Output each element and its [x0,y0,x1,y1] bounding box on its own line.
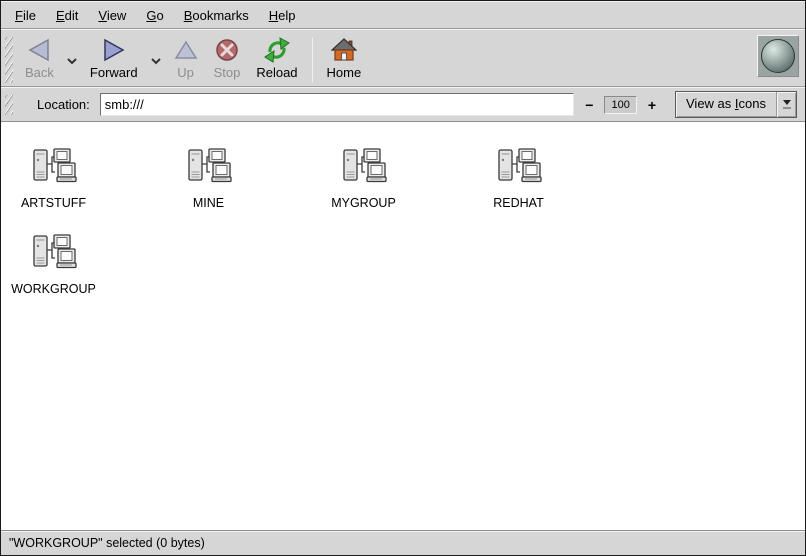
home-label: Home [327,65,362,80]
share-label: MYGROUP [331,196,396,210]
home-button[interactable]: Home [319,34,370,81]
stop-icon [215,36,239,64]
location-input[interactable] [100,93,575,116]
workgroup-icon [341,146,387,193]
workgroup-icon [186,146,232,193]
back-icon [26,36,52,64]
status-bar: "WORKGROUP" selected (0 bytes) [1,530,805,555]
view-as-dropdown[interactable]: View as Icons [675,91,797,118]
forward-button[interactable]: Forward [82,34,146,81]
back-label: Back [25,65,54,80]
network-share-item[interactable]: MINE [166,146,251,210]
menu-item[interactable]: Edit [46,4,88,27]
stop-label: Stop [214,65,241,80]
home-icon [331,36,357,64]
forward-dropdown-chevron-icon[interactable] [146,52,166,70]
share-label: ARTSTUFF [21,196,86,210]
network-share-item[interactable]: REDHAT [476,146,561,210]
menu-item[interactable]: Help [259,4,306,27]
network-share-item[interactable]: ARTSTUFF [11,146,96,210]
network-share-item[interactable]: MYGROUP [321,146,406,210]
forward-icon [101,36,127,64]
menu-item[interactable]: Bookmarks [174,4,259,27]
back-dropdown-chevron-icon[interactable] [62,52,82,70]
workgroup-icon [496,146,542,193]
dropdown-arrow-icon [776,92,796,117]
menu-item[interactable]: Go [136,4,173,27]
back-button[interactable]: Back [17,34,62,81]
toolbar: Back Forward Up [1,30,805,86]
location-bar: Location: − 100 + View as Icons [1,88,805,121]
view-as-label: View as Icons [676,92,776,117]
stop-button[interactable]: Stop [206,34,249,81]
zoom-out-button[interactable]: − [580,97,598,113]
toolbar-separator [312,38,313,82]
menu-bar: File Edit View Go Bookmarks Help [1,1,805,28]
icon-view-pane[interactable]: ARTSTUFF [1,121,805,530]
share-label: MINE [193,196,224,210]
network-share-item[interactable]: WORKGROUP [11,232,96,296]
reload-icon [264,36,290,64]
reload-label: Reload [256,65,297,80]
zoom-in-button[interactable]: + [643,97,661,113]
up-label: Up [177,65,194,80]
menu-item[interactable]: File [5,4,46,27]
icon-grid: ARTSTUFF [11,146,641,296]
toolbar-grip-handle[interactable] [5,37,13,83]
menu-item[interactable]: View [88,4,136,27]
throbber [757,35,799,77]
location-bar-grip-handle[interactable] [5,95,13,115]
share-label: WORKGROUP [11,282,96,296]
up-button[interactable]: Up [166,34,206,81]
forward-label: Forward [90,65,138,80]
reload-button[interactable]: Reload [248,34,305,81]
zoom-level-indicator[interactable]: 100 [604,96,636,114]
throbber-sphere-icon [761,39,795,73]
file-manager-window: File Edit View Go Bookmarks Help Back [0,0,806,556]
location-label: Location: [37,97,90,112]
status-text: "WORKGROUP" selected (0 bytes) [9,536,205,550]
up-icon [174,36,198,64]
workgroup-icon [31,146,77,193]
workgroup-icon [31,232,77,279]
share-label: REDHAT [493,196,543,210]
